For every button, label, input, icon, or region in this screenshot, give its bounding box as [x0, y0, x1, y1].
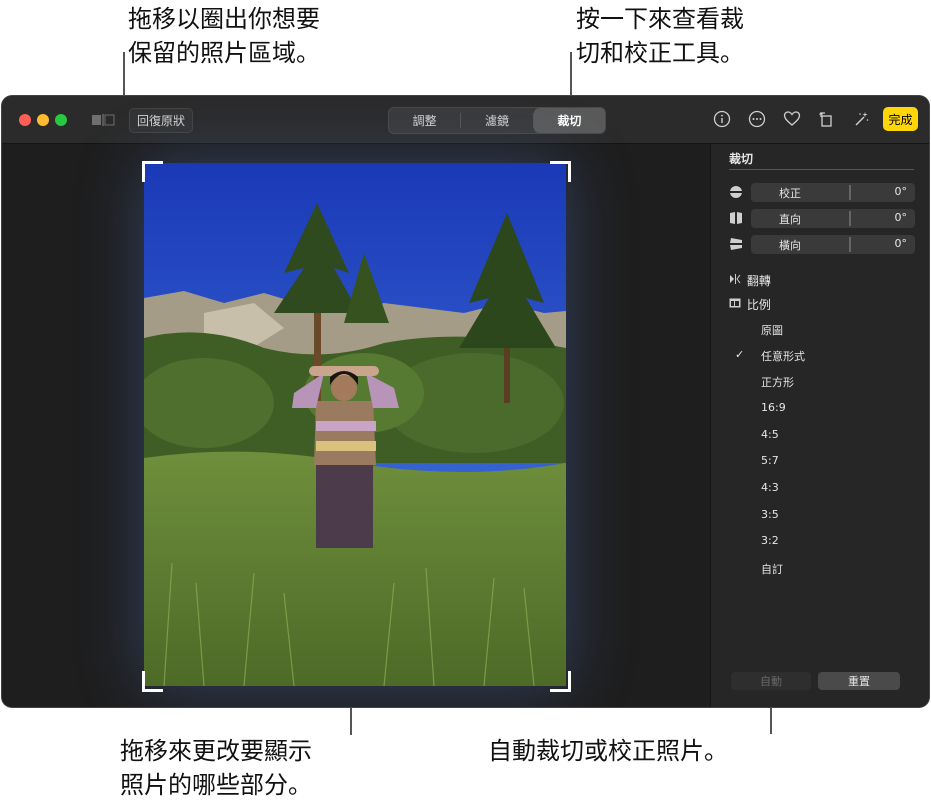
toolbar: 回復原狀 調整 濾鏡 裁切 完成 — [2, 96, 929, 144]
aspect-header: 比例 — [729, 296, 771, 313]
straighten-icon — [729, 185, 743, 199]
heart-icon[interactable] — [782, 109, 802, 129]
done-button[interactable]: 完成 — [883, 107, 918, 131]
aspect-option[interactable]: 自訂 — [761, 561, 783, 577]
aspect-option[interactable]: 3:5 — [761, 508, 779, 521]
slider-thumb[interactable] — [849, 211, 851, 226]
tab-crop[interactable]: 裁切 — [533, 108, 605, 133]
callout-line-1: 按一下來查看裁 — [576, 5, 744, 33]
flip-button[interactable]: 翻轉 — [729, 272, 771, 289]
rotate-icon[interactable] — [816, 109, 836, 129]
slider-thumb[interactable] — [849, 237, 851, 252]
aspect-option[interactable]: 任意形式 — [761, 348, 805, 364]
tab-filters[interactable]: 濾鏡 — [461, 108, 532, 133]
flip-icon — [729, 273, 743, 288]
slider-track[interactable]: 橫向 0° — [751, 235, 915, 254]
aspect-option[interactable]: 4:5 — [761, 428, 779, 441]
crop-handle-top-left[interactable] — [142, 161, 163, 182]
callout-line-2: 照片的哪些部分。 — [120, 771, 312, 799]
more-icon[interactable] — [747, 109, 767, 129]
photo-canvas — [2, 144, 710, 707]
slider-label: 直向 — [779, 213, 801, 226]
aspect-option[interactable]: 5:7 — [761, 454, 779, 467]
compare-icon[interactable] — [90, 112, 116, 127]
edit-mode-tabs: 調整 濾鏡 裁切 — [388, 107, 606, 134]
slider-track[interactable]: 校正 0° — [751, 183, 915, 202]
slider-value: 0° — [894, 237, 908, 250]
crop-handle-top-right[interactable] — [550, 161, 571, 182]
callout-line-1: 拖移來更改要顯示 — [120, 737, 312, 765]
auto-enhance-icon[interactable] — [851, 109, 871, 129]
callout-line-2: 切和校正工具。 — [576, 39, 744, 67]
sidebar-title: 裁切 — [729, 152, 754, 166]
revert-button[interactable]: 回復原狀 — [129, 108, 193, 133]
aspect-option[interactable]: 正方形 — [761, 374, 794, 390]
tab-adjust[interactable]: 調整 — [389, 108, 460, 133]
horizontal-icon — [729, 237, 743, 251]
slider-label: 橫向 — [779, 239, 801, 252]
zoom-button[interactable] — [55, 114, 67, 126]
callout-drag-photo: 拖移來更改要顯示 照片的哪些部分。 — [120, 734, 312, 802]
callout-auto-crop: 自動裁切或校正照片。 — [488, 734, 728, 768]
landscape-photo — [144, 163, 566, 686]
vertical-icon — [729, 211, 743, 225]
photo-crop-area[interactable] — [144, 163, 566, 686]
aspect-icon — [729, 297, 743, 312]
aspect-label: 比例 — [746, 298, 771, 312]
checkmark-icon: ✓ — [735, 348, 745, 361]
divider — [729, 169, 914, 170]
aspect-option[interactable]: 16:9 — [761, 401, 786, 414]
slider-value: 0° — [894, 185, 908, 198]
slider-horizontal[interactable]: 橫向 0° — [729, 235, 915, 255]
aspect-option[interactable]: 3:2 — [761, 534, 779, 547]
callout-crop-drag: 拖移以圈出你想要 保留的照片區域。 — [128, 2, 320, 70]
crop-handle-bottom-right[interactable] — [550, 671, 571, 692]
aspect-option[interactable]: 4:3 — [761, 481, 779, 494]
close-button[interactable] — [19, 114, 31, 126]
crop-handle-bottom-left[interactable] — [142, 671, 163, 692]
info-icon[interactable] — [712, 109, 732, 129]
slider-vertical[interactable]: 直向 0° — [729, 209, 915, 229]
slider-thumb[interactable] — [849, 185, 851, 200]
callout-line-2: 保留的照片區域。 — [128, 39, 320, 67]
minimize-button[interactable] — [37, 114, 49, 126]
photos-window: 回復原狀 調整 濾鏡 裁切 完成 裁切 校正 0° 直向 0° 橫向 0° 翻轉… — [2, 96, 929, 707]
auto-button[interactable]: 自動 — [731, 672, 811, 690]
callout-line-1: 自動裁切或校正照片。 — [488, 737, 728, 765]
callout-line-1: 拖移以圈出你想要 — [128, 5, 320, 33]
crop-sidebar: 裁切 校正 0° 直向 0° 橫向 0° 翻轉 比例 原圖 ✓ 任意形式 正方形… — [710, 144, 929, 707]
reset-button[interactable]: 重置 — [818, 672, 900, 690]
flip-label: 翻轉 — [746, 274, 771, 288]
slider-value: 0° — [894, 211, 908, 224]
slider-track[interactable]: 直向 0° — [751, 209, 915, 228]
aspect-option[interactable]: 原圖 — [761, 322, 783, 338]
slider-straighten[interactable]: 校正 0° — [729, 183, 915, 203]
callout-crop-tools: 按一下來查看裁 切和校正工具。 — [576, 2, 744, 70]
slider-label: 校正 — [779, 187, 801, 200]
